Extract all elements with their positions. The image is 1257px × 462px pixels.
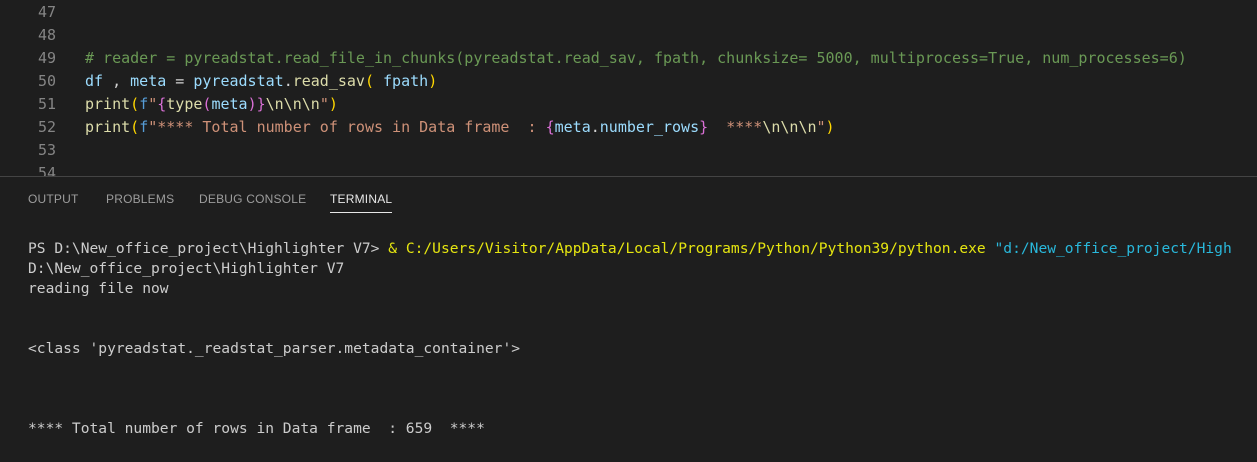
terminal-total-line: **** Total number of rows in Data frame …	[28, 420, 485, 437]
code-token-kw: f	[139, 118, 149, 136]
terminal-class-line: <class 'pyreadstat._readstat_parser.meta…	[28, 340, 521, 357]
code-token-var: df	[85, 72, 104, 90]
code-token-fn: print	[85, 95, 131, 113]
tab-output-label: OUTPUT	[28, 192, 79, 206]
tab-terminal-label: TERMINAL	[330, 192, 393, 206]
terminal-command-line: PS D:\New_office_project\Highlighter V7>…	[28, 239, 1232, 259]
code-token-paren: )	[328, 95, 338, 113]
code-token-brace: {	[157, 95, 167, 113]
panel-tab-bar: OUTPUT PROBLEMS DEBUG CONSOLE TERMINAL	[0, 177, 1257, 217]
tab-problems[interactable]: PROBLEMS	[106, 192, 174, 206]
code-token-var: number_rows	[599, 118, 700, 136]
code-token-brace: }	[256, 95, 266, 113]
active-tab-indicator	[330, 212, 393, 213]
line-number: 53	[37, 141, 56, 159]
terminal-cwd-line: D:\New_office_project\Highlighter V7	[28, 260, 345, 277]
code-token-var: meta	[554, 118, 591, 136]
code-token-brace: }	[699, 118, 709, 136]
code-token-plain: ,	[103, 72, 131, 90]
line-number: 50	[37, 72, 56, 90]
line-number: 51	[37, 95, 56, 113]
code-token-paren: (	[130, 95, 140, 113]
code-line-49[interactable]: 49 # reader = pyreadstat.read_file_in_chu…	[0, 47, 1187, 70]
code-token-paren: )	[428, 72, 438, 90]
code-token-plain: =	[166, 72, 194, 90]
code-line-50[interactable]: 50 df , meta = pyreadstat.read_sav( fpath…	[0, 70, 437, 93]
line-number: 54	[37, 164, 56, 176]
terminal-prompt: PS D:\New_office_project\Highlighter V7>	[28, 240, 389, 257]
terminal-script-arg: "d:/New_office_project/High	[994, 240, 1232, 257]
code-token-plain: .	[590, 118, 600, 136]
tab-problems-label: PROBLEMS	[106, 192, 175, 206]
code-token-fn: \n\n\n	[265, 95, 320, 113]
code-token-paren: )	[825, 118, 835, 136]
code-token-fn: read_sav	[292, 72, 365, 90]
code-text: print(f"{type(meta)}\n\n\n")	[85, 93, 338, 116]
tab-output[interactable]: OUTPUT	[28, 192, 79, 206]
code-text: print(f"**** Total number of rows in Dat…	[85, 116, 835, 139]
code-token-fn: print	[85, 118, 131, 136]
code-line-52[interactable]: 52 print(f"**** Total number of rows in D…	[0, 116, 835, 139]
line-number: 48	[37, 26, 56, 44]
code-token-paren: (	[130, 118, 140, 136]
code-token-str: "	[148, 95, 158, 113]
code-editor[interactable]: 47 48 49 # reader = pyreadstat.read_file_in…	[0, 0, 1257, 176]
tab-debug-console[interactable]: DEBUG CONSOLE	[199, 192, 306, 206]
code-line-51[interactable]: 51 print(f"{type(meta)}\n\n\n")	[0, 93, 338, 116]
code-token-paren: (	[364, 72, 374, 90]
code-line-53[interactable]: 53	[0, 139, 85, 162]
code-line-48[interactable]: 48	[0, 24, 85, 47]
code-token-var: meta	[130, 72, 167, 90]
code-token-var: meta	[211, 95, 248, 113]
code-token-var: pyreadstat	[193, 72, 284, 90]
code-token-str: "	[319, 95, 329, 113]
code-token-brace: {	[545, 118, 555, 136]
code-token-comment: # reader = pyreadstat.read_file_in_chunk…	[85, 49, 1187, 67]
code-token-str: ****	[708, 118, 763, 136]
line-number: 47	[37, 3, 56, 21]
code-token-fn: \n\n\n	[762, 118, 817, 136]
code-text: df , meta = pyreadstat.read_sav( fpath)	[85, 70, 437, 93]
line-number: 52	[37, 118, 56, 136]
code-line-47[interactable]: 47	[0, 1, 85, 24]
code-token-kw: f	[139, 95, 149, 113]
line-number: 49	[37, 49, 56, 67]
terminal-reading-line: reading file now	[28, 280, 169, 297]
terminal-call-operator: &	[388, 240, 398, 257]
code-token-brace: )	[247, 95, 257, 113]
code-token-str: "	[816, 118, 826, 136]
code-token-plain: .	[283, 72, 293, 90]
code-text: # reader = pyreadstat.read_file_in_chunk…	[85, 47, 1187, 70]
terminal-output[interactable]: PS D:\New_office_project\Highlighter V7>…	[0, 217, 1257, 462]
tab-debug-console-label: DEBUG CONSOLE	[199, 192, 307, 206]
tab-terminal[interactable]: TERMINAL	[330, 192, 393, 213]
code-token-str: "**** Total number of rows in Data frame…	[148, 118, 546, 136]
code-line-54[interactable]: 54	[0, 162, 85, 176]
code-token-fn: type	[166, 95, 203, 113]
code-token-var: fpath	[383, 72, 429, 90]
terminal-exe-path: C:/Users/Visitor/AppData/Local/Programs/…	[405, 240, 986, 257]
